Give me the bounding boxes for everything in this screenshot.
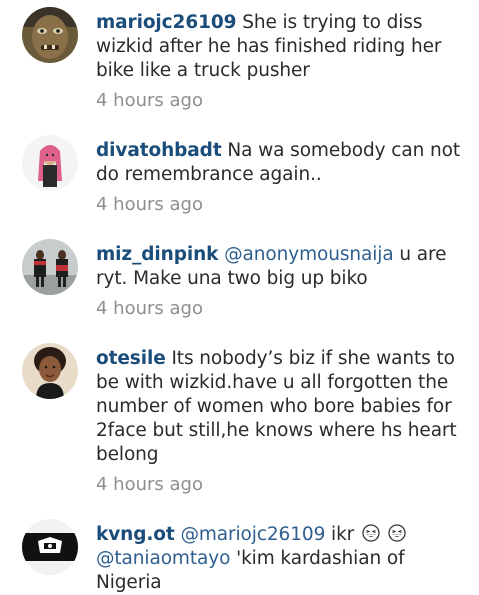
mention-link[interactable]: @anonymousnaija <box>224 244 394 265</box>
avatar[interactable] <box>22 135 78 191</box>
comment-text: miz_dinpink @anonymousnaija u are ryt. M… <box>96 243 468 291</box>
mention-link[interactable]: @taniaomtayo <box>96 548 230 569</box>
comment-text: divatohbadt Na wa somebody can not do re… <box>96 139 468 187</box>
username-link[interactable]: miz_dinpink <box>96 244 218 265</box>
mention-link[interactable]: @mariojc26109 <box>180 524 325 545</box>
comment-text: kvng.ot @mariojc26109 ikr @taniaomtayo '… <box>96 523 468 595</box>
avatar[interactable] <box>22 343 78 399</box>
username-link[interactable]: mariojc26109 <box>96 12 237 33</box>
timestamp: 4 hours ago <box>96 90 203 111</box>
grinning-squint-face-icon <box>388 524 406 542</box>
avatar[interactable] <box>22 519 78 575</box>
comment-text: otesile Its nobody’s biz if she wants to… <box>96 347 468 467</box>
avatar[interactable] <box>22 239 78 295</box>
timestamp: 4 hours ago <box>96 298 203 319</box>
username-link[interactable]: otesile <box>96 348 166 369</box>
avatar[interactable] <box>22 7 78 63</box>
username-link[interactable]: kvng.ot <box>96 524 175 545</box>
timestamp: 4 hours ago <box>96 194 203 215</box>
timestamp: 4 hours ago <box>96 474 203 495</box>
comment-text: mariojc26109 She is trying to diss wizki… <box>96 11 468 83</box>
grinning-squint-face-icon <box>362 524 380 542</box>
comment-body: ikr <box>331 524 355 545</box>
username-link[interactable]: divatohbadt <box>96 140 222 161</box>
